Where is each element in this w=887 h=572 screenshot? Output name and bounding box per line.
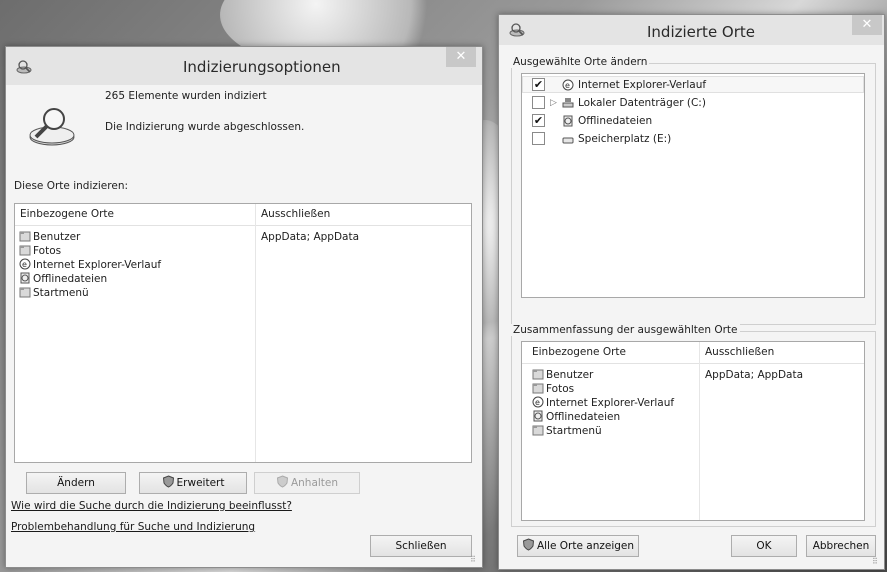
indexed-locations-list[interactable]: Einbezogene Orte Ausschließen Benutzer A… bbox=[14, 203, 472, 463]
list-item[interactable]: Offlinedateien bbox=[19, 272, 107, 286]
change-button[interactable]: Ändern bbox=[26, 472, 126, 494]
ie-icon: e bbox=[562, 79, 574, 91]
close-button[interactable]: Schließen bbox=[370, 535, 472, 557]
indexing-status-text: Die Indizierung wurde abgeschlossen. bbox=[105, 121, 305, 133]
offline-files-icon bbox=[20, 272, 30, 284]
shield-icon bbox=[276, 475, 288, 488]
list-item[interactable]: Offlinedateien bbox=[532, 410, 620, 424]
pause-button-label: Anhalten bbox=[290, 477, 339, 489]
list-item-label: Startmenü bbox=[546, 425, 602, 437]
window-title: Indizierungsoptionen bbox=[183, 58, 341, 76]
list-item[interactable]: e Internet Explorer-Verlauf bbox=[532, 396, 674, 410]
tree-checkbox[interactable] bbox=[532, 132, 545, 145]
folder-icon bbox=[19, 231, 31, 242]
list-header: Einbezogene Orte Ausschließen bbox=[522, 342, 864, 364]
tree-item-label[interactable]: Offlinedateien bbox=[578, 114, 652, 128]
list-item-label: Benutzer bbox=[33, 231, 81, 243]
column-separator bbox=[255, 204, 256, 462]
list-item-label: Benutzer bbox=[546, 369, 594, 381]
list-item[interactable]: e Internet Explorer-Verlauf bbox=[19, 258, 161, 272]
tree-checkbox[interactable]: ✔ bbox=[532, 114, 545, 127]
close-icon[interactable]: ✕ bbox=[446, 47, 476, 67]
section-label: Diese Orte indizieren: bbox=[14, 180, 129, 192]
ok-button[interactable]: OK bbox=[731, 535, 797, 557]
title-bar[interactable]: Indizierungsoptionen ✕ bbox=[6, 47, 482, 85]
search-impact-link[interactable]: Wie wird die Suche durch die Indizierung… bbox=[11, 500, 292, 512]
list-item[interactable]: Startmenü bbox=[532, 424, 602, 438]
ie-icon: e bbox=[19, 258, 31, 270]
indexing-options-icon bbox=[16, 60, 32, 74]
close-icon[interactable]: ✕ bbox=[852, 15, 882, 35]
list-item[interactable]: Fotos bbox=[532, 382, 574, 396]
list-item[interactable]: Startmenü bbox=[19, 286, 89, 300]
folder-icon bbox=[19, 245, 31, 256]
pause-button[interactable]: Anhalten bbox=[254, 472, 360, 494]
indexing-options-icon bbox=[509, 23, 525, 37]
locations-tree[interactable]: ✔ e Internet Explorer-Verlauf ▷ Lokaler … bbox=[521, 73, 865, 298]
change-locations-label: Ausgewählte Orte ändern bbox=[511, 56, 650, 68]
column-separator bbox=[699, 342, 700, 520]
resize-grip[interactable]: ⠿ bbox=[470, 555, 480, 565]
magnifier-disk-icon bbox=[29, 108, 75, 146]
list-item-label: Startmenü bbox=[33, 287, 89, 299]
list-item-exclude: AppData; AppData bbox=[261, 231, 360, 243]
tree-checkbox[interactable]: ✔ bbox=[532, 78, 545, 91]
column-header-locations[interactable]: Einbezogene Orte bbox=[20, 208, 114, 220]
summary-list[interactable]: Einbezogene Orte Ausschließen Benutzer A… bbox=[521, 341, 865, 521]
shield-icon bbox=[522, 538, 534, 551]
cancel-button[interactable]: Abbrechen bbox=[806, 535, 876, 557]
indexed-count-text: 265 Elemente wurden indiziert bbox=[105, 90, 267, 102]
tree-item-label[interactable]: Speicherplatz (E:) bbox=[578, 132, 671, 146]
folder-icon bbox=[19, 287, 31, 298]
indexing-options-window: Indizierungsoptionen ✕ 265 Elemente wurd… bbox=[5, 46, 483, 568]
summary-label: Zusammenfassung der ausgewählten Orte bbox=[511, 324, 740, 336]
drive-icon bbox=[562, 137, 574, 144]
svg-text:e: e bbox=[22, 260, 27, 269]
list-item-label: Fotos bbox=[546, 383, 575, 395]
show-all-locations-button[interactable]: Alle Orte anzeigen bbox=[517, 535, 639, 557]
folder-icon bbox=[532, 369, 544, 380]
list-item[interactable]: Fotos bbox=[19, 244, 61, 258]
indexed-locations-window: Indizierte Orte ✕ Ausgewählte Orte änder… bbox=[498, 14, 885, 570]
list-item[interactable]: Benutzer bbox=[532, 368, 593, 382]
list-item-label: Internet Explorer-Verlauf bbox=[33, 259, 162, 271]
tree-checkbox[interactable] bbox=[532, 96, 545, 109]
advanced-button[interactable]: Erweitert bbox=[139, 472, 247, 494]
troubleshoot-link[interactable]: Problembehandlung für Suche und Indizier… bbox=[11, 521, 255, 533]
expand-icon[interactable]: ▷ bbox=[550, 96, 557, 110]
list-item-label: Fotos bbox=[33, 245, 62, 257]
ie-icon: e bbox=[532, 396, 544, 408]
offline-files-icon bbox=[533, 410, 543, 422]
list-item-label: Offlinedateien bbox=[33, 273, 108, 285]
column-header-exclude[interactable]: Ausschließen bbox=[705, 346, 774, 358]
title-bar[interactable]: Indizierte Orte ✕ bbox=[499, 15, 884, 45]
list-item-label: Internet Explorer-Verlauf bbox=[546, 397, 675, 409]
advanced-button-label: Erweitert bbox=[176, 477, 225, 489]
drive-icon bbox=[562, 98, 574, 108]
tree-item-label[interactable]: Lokaler Datenträger (C:) bbox=[578, 96, 706, 110]
list-item[interactable]: Benutzer bbox=[19, 230, 80, 244]
svg-text:e: e bbox=[535, 398, 540, 407]
list-item-exclude: AppData; AppData bbox=[705, 369, 804, 381]
window-title: Indizierte Orte bbox=[647, 23, 756, 41]
folder-icon bbox=[532, 383, 544, 394]
svg-text:e: e bbox=[565, 81, 570, 90]
show-all-button-label: Alle Orte anzeigen bbox=[536, 540, 635, 552]
list-item-label: Offlinedateien bbox=[546, 411, 621, 423]
column-header-locations[interactable]: Einbezogene Orte bbox=[532, 346, 626, 358]
shield-icon bbox=[162, 475, 174, 488]
column-header-exclude[interactable]: Ausschließen bbox=[261, 208, 330, 220]
tree-item-label[interactable]: Internet Explorer-Verlauf bbox=[578, 78, 706, 92]
offline-files-icon bbox=[563, 115, 573, 127]
list-header: Einbezogene Orte Ausschließen bbox=[15, 204, 471, 226]
resize-grip[interactable]: ⠿ bbox=[872, 557, 882, 567]
folder-icon bbox=[532, 425, 544, 436]
